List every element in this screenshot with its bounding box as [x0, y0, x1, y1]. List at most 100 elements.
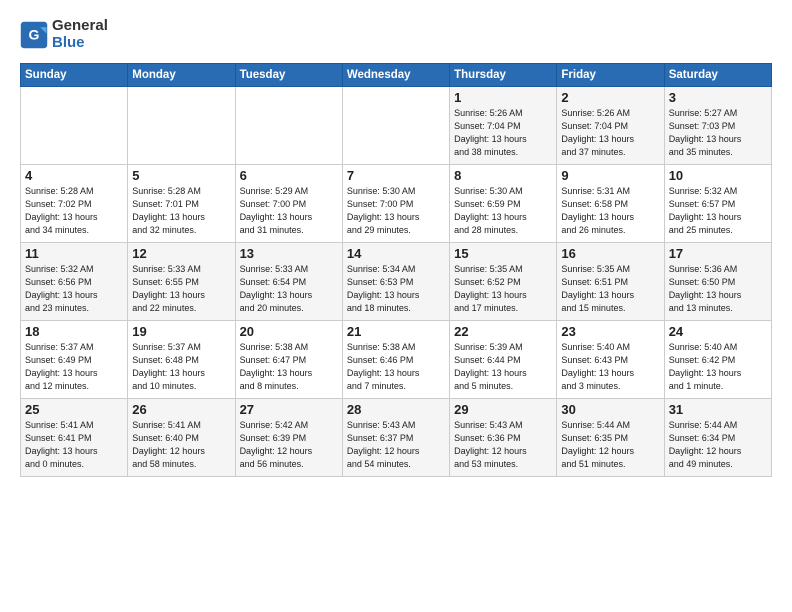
day-cell: 4 Sunrise: 5:28 AM Sunset: 7:02 PM Daylig…	[21, 165, 128, 243]
col-header-thursday: Thursday	[450, 64, 557, 87]
day-cell: 1Sunrise: 5:26 AM Sunset: 7:04 PM Daylig…	[450, 87, 557, 165]
day-number: 24	[669, 324, 767, 339]
day-info: Sunrise: 5:30 AM Sunset: 7:00 PM Dayligh…	[347, 185, 445, 237]
day-number: 7	[347, 168, 445, 183]
day-info: Sunrise: 5:41 AM Sunset: 6:40 PM Dayligh…	[132, 419, 230, 471]
header-row: SundayMondayTuesdayWednesdayThursdayFrid…	[21, 64, 772, 87]
col-header-monday: Monday	[128, 64, 235, 87]
day-info: Sunrise: 5:33 AM Sunset: 6:54 PM Dayligh…	[240, 263, 338, 315]
day-cell: 12 Sunrise: 5:33 AM Sunset: 6:55 PM Dayli…	[128, 243, 235, 321]
day-info: Sunrise: 5:35 AM Sunset: 6:52 PM Dayligh…	[454, 263, 552, 315]
logo: G General Blue	[20, 18, 108, 51]
day-info: Sunrise: 5:40 AM Sunset: 6:42 PM Dayligh…	[669, 341, 767, 393]
day-number: 11	[25, 246, 123, 261]
day-info: Sunrise: 5:35 AM Sunset: 6:51 PM Dayligh…	[561, 263, 659, 315]
day-info: Sunrise: 5:36 AM Sunset: 6:50 PM Dayligh…	[669, 263, 767, 315]
day-cell: 3Sunrise: 5:27 AM Sunset: 7:03 PM Daylig…	[664, 87, 771, 165]
col-header-sunday: Sunday	[21, 64, 128, 87]
day-number: 10	[669, 168, 767, 183]
day-info: Sunrise: 5:34 AM Sunset: 6:53 PM Dayligh…	[347, 263, 445, 315]
day-number: 30	[561, 402, 659, 417]
day-cell: 31Sunrise: 5:44 AM Sunset: 6:34 PM Dayli…	[664, 399, 771, 477]
day-info: Sunrise: 5:28 AM Sunset: 7:02 PM Dayligh…	[25, 185, 123, 237]
calendar-table: SundayMondayTuesdayWednesdayThursdayFrid…	[20, 63, 772, 477]
day-cell: 19 Sunrise: 5:37 AM Sunset: 6:48 PM Dayli…	[128, 321, 235, 399]
day-info: Sunrise: 5:42 AM Sunset: 6:39 PM Dayligh…	[240, 419, 338, 471]
day-number: 2	[561, 90, 659, 105]
calendar-page: G General Blue SundayMondayTuesdayWednes…	[0, 0, 792, 487]
day-cell: 10 Sunrise: 5:32 AM Sunset: 6:57 PM Dayli…	[664, 165, 771, 243]
day-info: Sunrise: 5:37 AM Sunset: 6:48 PM Dayligh…	[132, 341, 230, 393]
col-header-tuesday: Tuesday	[235, 64, 342, 87]
logo-icon: G	[20, 21, 48, 49]
day-cell: 26 Sunrise: 5:41 AM Sunset: 6:40 PM Dayli…	[128, 399, 235, 477]
day-number: 18	[25, 324, 123, 339]
day-info: Sunrise: 5:31 AM Sunset: 6:58 PM Dayligh…	[561, 185, 659, 237]
day-info: Sunrise: 5:43 AM Sunset: 6:36 PM Dayligh…	[454, 419, 552, 471]
day-number: 17	[669, 246, 767, 261]
day-number: 22	[454, 324, 552, 339]
day-number: 19	[132, 324, 230, 339]
day-info: Sunrise: 5:40 AM Sunset: 6:43 PM Dayligh…	[561, 341, 659, 393]
day-number: 16	[561, 246, 659, 261]
day-info: Sunrise: 5:38 AM Sunset: 6:47 PM Dayligh…	[240, 341, 338, 393]
week-row-4: 18 Sunrise: 5:37 AM Sunset: 6:49 PM Dayli…	[21, 321, 772, 399]
day-number: 23	[561, 324, 659, 339]
day-number: 15	[454, 246, 552, 261]
week-row-5: 25 Sunrise: 5:41 AM Sunset: 6:41 PM Dayli…	[21, 399, 772, 477]
col-header-friday: Friday	[557, 64, 664, 87]
day-number: 8	[454, 168, 552, 183]
day-number: 13	[240, 246, 338, 261]
day-number: 4	[25, 168, 123, 183]
day-cell: 29 Sunrise: 5:43 AM Sunset: 6:36 PM Dayli…	[450, 399, 557, 477]
day-cell: 11 Sunrise: 5:32 AM Sunset: 6:56 PM Dayli…	[21, 243, 128, 321]
day-cell: 28 Sunrise: 5:43 AM Sunset: 6:37 PM Dayli…	[342, 399, 449, 477]
day-cell: 21Sunrise: 5:38 AM Sunset: 6:46 PM Dayli…	[342, 321, 449, 399]
day-info: Sunrise: 5:41 AM Sunset: 6:41 PM Dayligh…	[25, 419, 123, 471]
day-number: 25	[25, 402, 123, 417]
day-number: 5	[132, 168, 230, 183]
day-number: 20	[240, 324, 338, 339]
col-header-saturday: Saturday	[664, 64, 771, 87]
day-cell: 13 Sunrise: 5:33 AM Sunset: 6:54 PM Dayli…	[235, 243, 342, 321]
header: G General Blue	[20, 18, 772, 51]
day-cell: 17 Sunrise: 5:36 AM Sunset: 6:50 PM Dayli…	[664, 243, 771, 321]
col-header-wednesday: Wednesday	[342, 64, 449, 87]
day-info: Sunrise: 5:43 AM Sunset: 6:37 PM Dayligh…	[347, 419, 445, 471]
day-info: Sunrise: 5:26 AM Sunset: 7:04 PM Dayligh…	[561, 107, 659, 159]
day-cell	[235, 87, 342, 165]
logo-text-line2: Blue	[52, 35, 108, 52]
day-cell: 5Sunrise: 5:28 AM Sunset: 7:01 PM Daylig…	[128, 165, 235, 243]
day-info: Sunrise: 5:27 AM Sunset: 7:03 PM Dayligh…	[669, 107, 767, 159]
day-number: 26	[132, 402, 230, 417]
day-cell	[128, 87, 235, 165]
day-cell: 16 Sunrise: 5:35 AM Sunset: 6:51 PM Dayli…	[557, 243, 664, 321]
day-cell: 20 Sunrise: 5:38 AM Sunset: 6:47 PM Dayli…	[235, 321, 342, 399]
day-cell: 9 Sunrise: 5:31 AM Sunset: 6:58 PM Daylig…	[557, 165, 664, 243]
day-number: 31	[669, 402, 767, 417]
day-info: Sunrise: 5:32 AM Sunset: 6:57 PM Dayligh…	[669, 185, 767, 237]
day-number: 9	[561, 168, 659, 183]
svg-text:G: G	[29, 26, 40, 42]
day-cell: 23 Sunrise: 5:40 AM Sunset: 6:43 PM Dayli…	[557, 321, 664, 399]
day-number: 27	[240, 402, 338, 417]
day-number: 29	[454, 402, 552, 417]
day-number: 6	[240, 168, 338, 183]
day-cell: 27 Sunrise: 5:42 AM Sunset: 6:39 PM Dayli…	[235, 399, 342, 477]
week-row-1: 1Sunrise: 5:26 AM Sunset: 7:04 PM Daylig…	[21, 87, 772, 165]
day-cell	[342, 87, 449, 165]
day-info: Sunrise: 5:29 AM Sunset: 7:00 PM Dayligh…	[240, 185, 338, 237]
day-cell: 2 Sunrise: 5:26 AM Sunset: 7:04 PM Daylig…	[557, 87, 664, 165]
day-cell	[21, 87, 128, 165]
day-info: Sunrise: 5:32 AM Sunset: 6:56 PM Dayligh…	[25, 263, 123, 315]
day-info: Sunrise: 5:37 AM Sunset: 6:49 PM Dayligh…	[25, 341, 123, 393]
day-info: Sunrise: 5:38 AM Sunset: 6:46 PM Dayligh…	[347, 341, 445, 393]
day-number: 28	[347, 402, 445, 417]
day-cell: 8 Sunrise: 5:30 AM Sunset: 6:59 PM Daylig…	[450, 165, 557, 243]
day-info: Sunrise: 5:33 AM Sunset: 6:55 PM Dayligh…	[132, 263, 230, 315]
week-row-3: 11 Sunrise: 5:32 AM Sunset: 6:56 PM Dayli…	[21, 243, 772, 321]
logo-text-line1: General	[52, 18, 108, 35]
day-info: Sunrise: 5:30 AM Sunset: 6:59 PM Dayligh…	[454, 185, 552, 237]
day-number: 12	[132, 246, 230, 261]
day-cell: 15 Sunrise: 5:35 AM Sunset: 6:52 PM Dayli…	[450, 243, 557, 321]
